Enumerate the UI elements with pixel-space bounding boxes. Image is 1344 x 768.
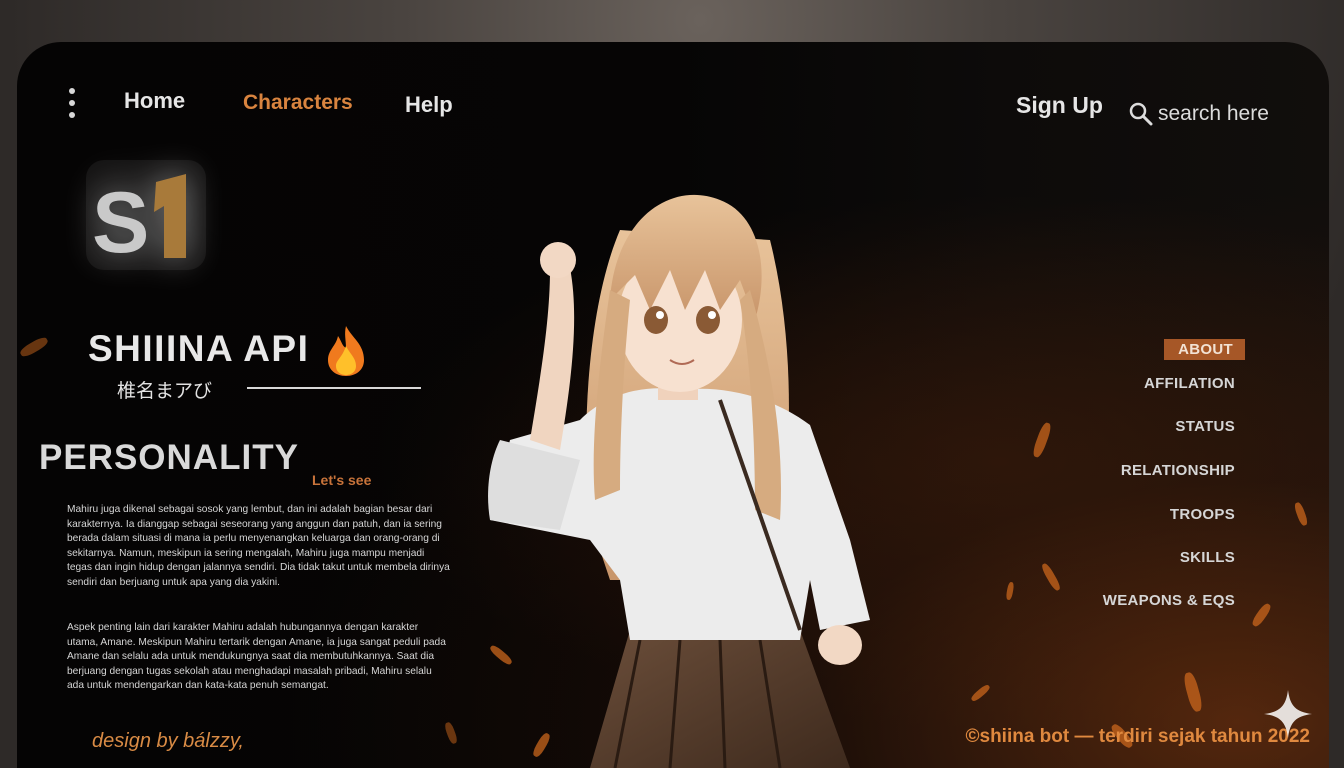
ember-decoration bbox=[1293, 501, 1309, 527]
side-menu-about[interactable]: ABOUT bbox=[1164, 339, 1245, 360]
side-menu-relationship[interactable]: RELATIONSHIP bbox=[1121, 462, 1235, 479]
brand-title: SHIIINA API bbox=[88, 328, 310, 369]
search-icon[interactable] bbox=[1128, 101, 1154, 127]
dot bbox=[69, 100, 75, 106]
brand-divider bbox=[247, 387, 421, 389]
nav-characters-link[interactable]: Characters bbox=[243, 91, 353, 115]
sign-up-button[interactable]: Sign Up bbox=[1016, 92, 1103, 119]
search-input[interactable] bbox=[1154, 102, 1288, 126]
ember-decoration bbox=[1031, 421, 1053, 459]
sparkle-icon bbox=[1264, 690, 1312, 738]
personality-heading: PERSONALITY bbox=[39, 438, 299, 477]
side-menu-status[interactable]: STATUS bbox=[1175, 418, 1235, 435]
flame-icon bbox=[328, 326, 364, 376]
nav-home-link[interactable]: Home bbox=[124, 88, 185, 114]
ember-decoration bbox=[1040, 562, 1062, 592]
ember-decoration bbox=[1005, 581, 1015, 601]
personality-paragraph: Aspek penting lain dari karakter Mahiru … bbox=[67, 622, 446, 692]
s1-logo: S bbox=[86, 160, 206, 270]
personality-tag: Let's see bbox=[312, 472, 372, 488]
dot bbox=[69, 112, 75, 118]
ember-decoration bbox=[443, 721, 459, 745]
personality-paragraph: Mahiru juga dikenal sebagai sosok yang l… bbox=[67, 504, 450, 588]
design-credit: design by bálzzy, bbox=[92, 730, 244, 752]
side-menu-troops[interactable]: TROOPS bbox=[1170, 506, 1235, 523]
ember-decoration bbox=[18, 335, 50, 359]
ember-decoration bbox=[969, 683, 992, 703]
side-menu-weapons[interactable]: WEAPONS & EQS bbox=[1103, 592, 1235, 609]
side-menu-skills[interactable]: SKILLS bbox=[1180, 549, 1235, 566]
dot bbox=[69, 88, 75, 94]
menu-dots-icon[interactable] bbox=[66, 88, 78, 122]
ember-decoration bbox=[1250, 601, 1273, 629]
brand-subtitle: 椎名まアび bbox=[117, 380, 213, 402]
nav-help-link[interactable]: Help bbox=[405, 92, 453, 118]
svg-text:S: S bbox=[92, 175, 146, 270]
copyright-text: ©shiina bot — terdiri sejak tahun 2022 bbox=[965, 726, 1311, 747]
search-bar[interactable] bbox=[1128, 100, 1288, 128]
side-menu-affilation[interactable]: AFFILATION bbox=[1144, 375, 1235, 392]
ember-decoration bbox=[1182, 671, 1204, 713]
character-illustration bbox=[488, 194, 870, 768]
